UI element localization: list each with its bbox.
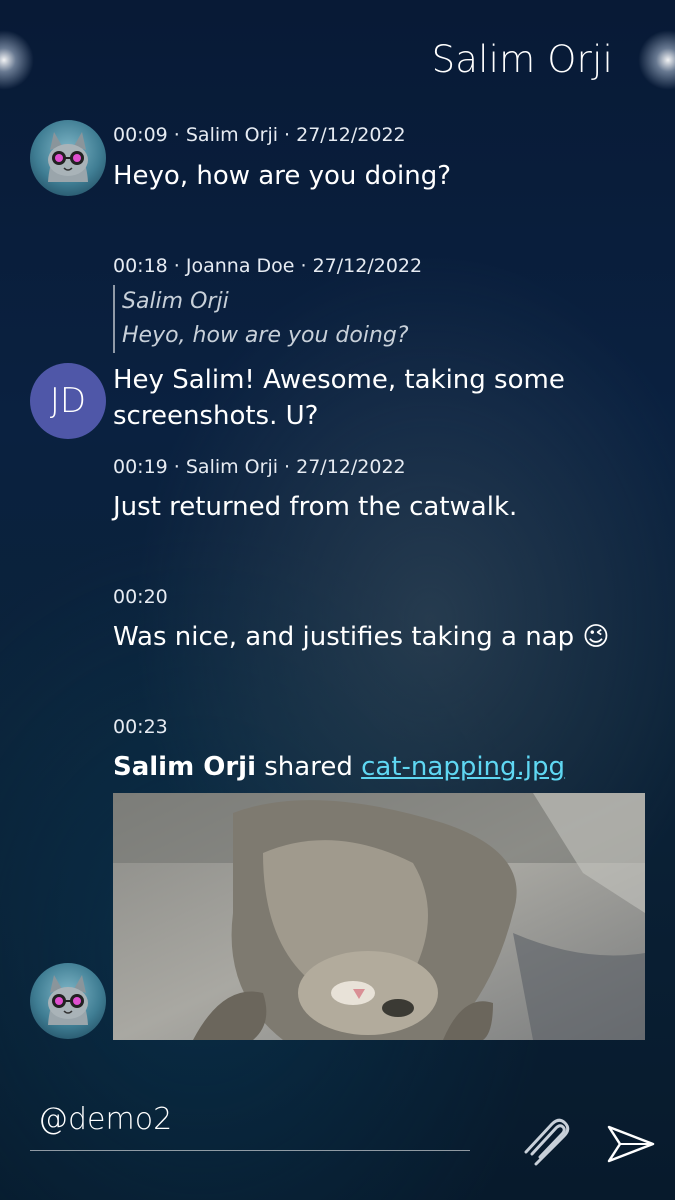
message-text[interactable]: Heyo, how are you doing? — [113, 158, 633, 194]
avatar-jd[interactable]: JD — [30, 363, 106, 439]
shared-file-line: Salim Orji shared cat-napping.jpg — [113, 749, 633, 785]
message-line: Hey Salim! Awesome, taking some — [113, 365, 565, 395]
ambient-light-right — [638, 30, 675, 90]
message-text[interactable]: Just returned from the catwalk. — [113, 489, 633, 525]
cat-avatar-image — [48, 975, 88, 1025]
message-text[interactable]: Was nice, and justifies taking a nap 😉 — [113, 619, 633, 655]
message-input[interactable]: @demo2 — [30, 1098, 470, 1151]
message-meta: 00:09 · Salim Orji · 27/12/2022 — [113, 124, 406, 146]
message-meta: 00:23 — [113, 716, 168, 738]
wink-emoji-icon: 😉 — [582, 622, 610, 652]
sharer-name: Salim Orji — [113, 752, 256, 782]
message-input-value: @demo2 — [38, 1102, 173, 1137]
avatar-salim[interactable] — [30, 120, 106, 196]
cat-avatar-image — [48, 132, 88, 182]
paperclip-icon[interactable] — [516, 1118, 572, 1174]
send-icon[interactable] — [606, 1124, 656, 1168]
cat-photo — [113, 793, 645, 1040]
message-meta: 00:18 · Joanna Doe · 27/12/2022 — [113, 255, 423, 277]
message-body: Was nice, and justifies taking a nap — [113, 622, 575, 652]
message-meta: 00:19 · Salim Orji · 27/12/2022 — [113, 456, 406, 478]
quote-author: Salim Orji — [122, 289, 229, 314]
message-line: screenshots. U? — [113, 401, 319, 431]
shared-file-link[interactable]: cat-napping.jpg — [361, 752, 565, 782]
message-text[interactable]: Hey Salim! Awesome, taking some screensh… — [113, 362, 633, 434]
page-title: Salim Orji — [431, 38, 613, 81]
avatar-salim[interactable] — [30, 963, 106, 1039]
reply-quote[interactable]: Salim Orji Heyo, how are you doing? — [113, 285, 409, 353]
ambient-light-left — [0, 30, 34, 90]
shared-image[interactable] — [113, 793, 645, 1040]
quote-text: Heyo, how are you doing? — [122, 323, 409, 348]
shared-word: shared — [264, 752, 353, 782]
message-meta: 00:20 — [113, 586, 168, 608]
